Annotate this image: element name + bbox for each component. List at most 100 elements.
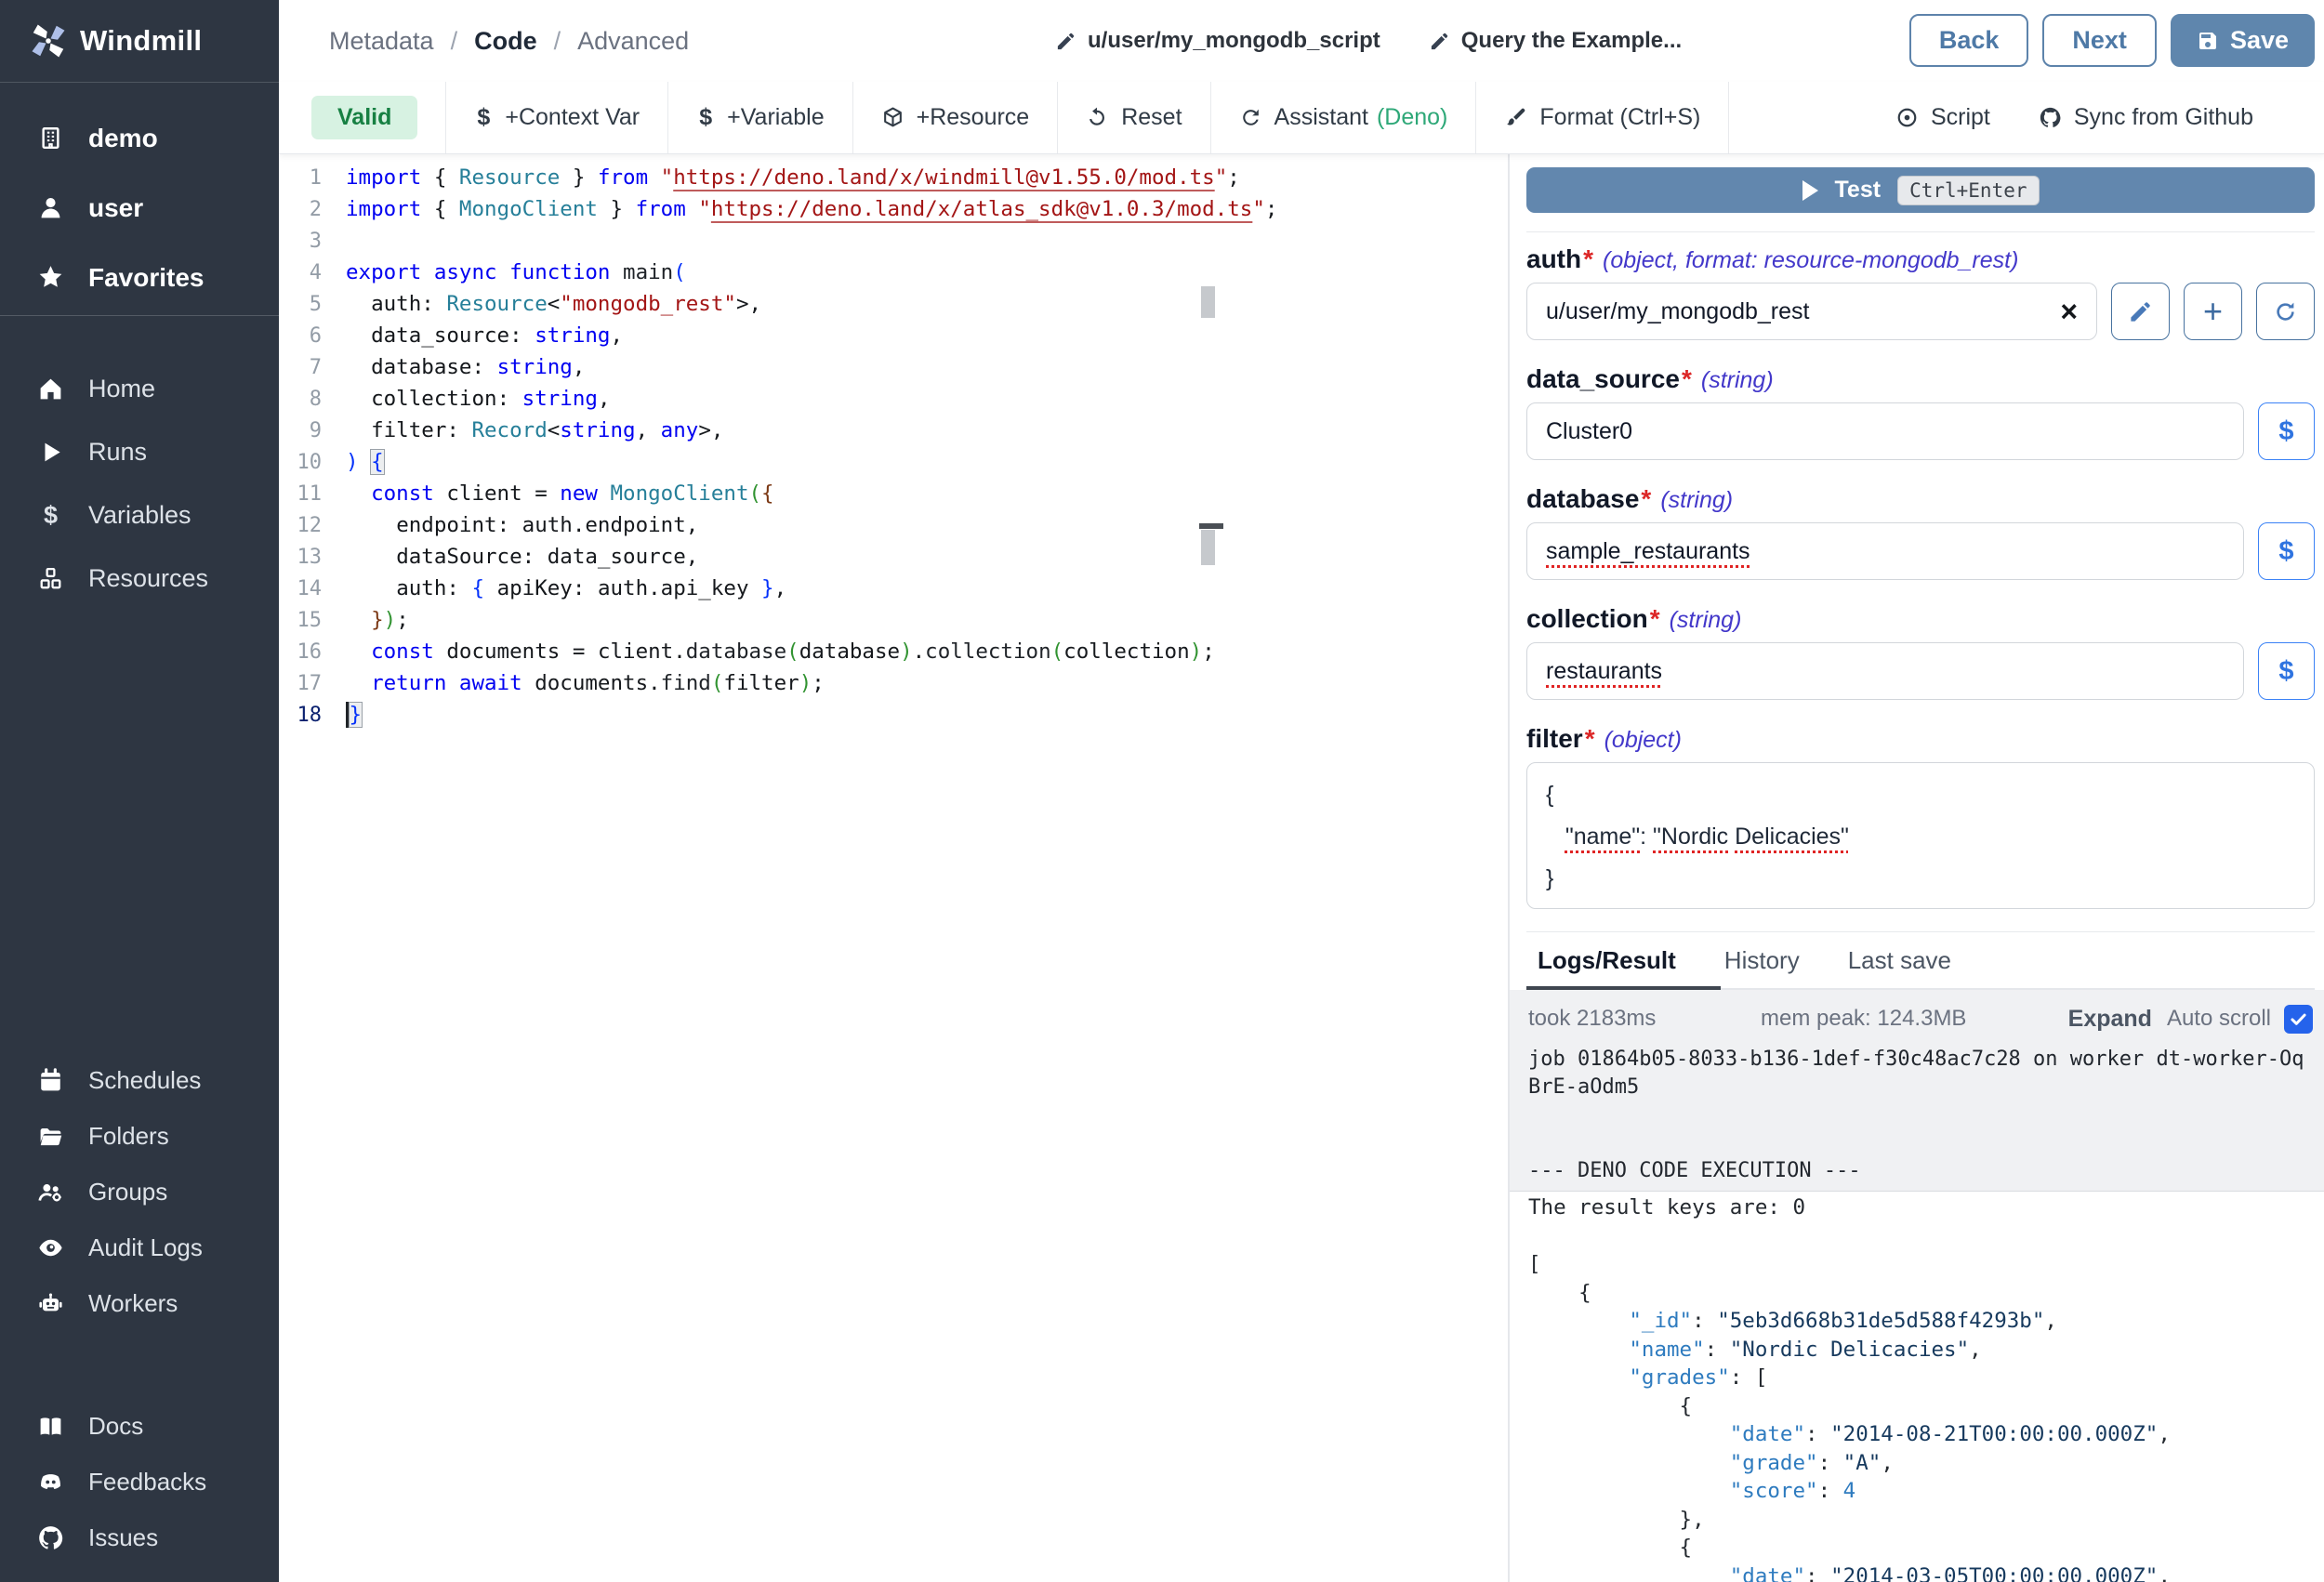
toolbar-assistant[interactable]: Assistant(Deno): [1210, 82, 1476, 153]
expand-button[interactable]: Expand: [2068, 1006, 2152, 1033]
code-line-13[interactable]: 13 dataSource: data_source,: [279, 541, 1508, 573]
sidebar-item-resources[interactable]: Resources: [0, 547, 279, 610]
breadcrumb-metadata[interactable]: Metadata: [329, 27, 434, 56]
sidebar-item-feedbacks[interactable]: Feedbacks: [0, 1454, 279, 1509]
edit-resource-button[interactable]: [2111, 283, 2170, 340]
editor-scrollbar-thumb[interactable]: [1201, 286, 1215, 318]
code-line-6[interactable]: 6 data_source: string,: [279, 320, 1508, 351]
code-line-2[interactable]: 2import { MongoClient } from "https://de…: [279, 193, 1508, 225]
insert-variable-button[interactable]: $: [2258, 642, 2315, 700]
tab-history[interactable]: History: [1700, 932, 1824, 988]
toolbar-format-ctrl-s[interactable]: Format (Ctrl+S): [1475, 82, 1729, 153]
insert-variable-button[interactable]: $: [2258, 522, 2315, 580]
test-shortcut-kbd: Ctrl+Enter: [1897, 176, 2039, 205]
building-icon: [37, 125, 64, 152]
sidebar-item-favorites[interactable]: Favorites: [0, 243, 279, 312]
log-line: job 01864b05-8033-b136-1def-f30c48ac7c28…: [1528, 1046, 2313, 1101]
editor-scrollbar-thumb[interactable]: [1201, 530, 1215, 565]
text-cursor: [346, 702, 349, 728]
code-line-17[interactable]: 17 return await documents.find(filter);: [279, 667, 1508, 699]
result-line: "grade": "A",: [1528, 1449, 2313, 1478]
sidebar-item-schedules[interactable]: Schedules: [0, 1052, 279, 1108]
script-summary-edit[interactable]: Query the Example...: [1429, 28, 1682, 54]
back-button[interactable]: Back: [1909, 14, 2029, 67]
mem-peak-text: mem peak: 124.3MB: [1761, 1006, 2068, 1032]
code-line-18[interactable]: 18}: [279, 699, 1508, 731]
code-line-3[interactable]: 3: [279, 225, 1508, 257]
result-line: [1528, 1222, 2313, 1251]
breadcrumb: Metadata / Code / Advanced: [329, 0, 689, 82]
code-line-7[interactable]: 7 database: string,: [279, 351, 1508, 383]
code-line-4[interactable]: 4export async function main(: [279, 257, 1508, 288]
result-line: "date": "2014-03-05T00:00:00.000Z",: [1528, 1562, 2313, 1582]
test-button[interactable]: Test Ctrl+Enter: [1526, 167, 2315, 213]
code-line-16[interactable]: 16 const documents = client.database(dat…: [279, 636, 1508, 667]
filter-json-input[interactable]: { "name": "Nordic Delicacies"}: [1526, 762, 2315, 909]
log-output: job 01864b05-8033-b136-1def-f30c48ac7c28…: [1528, 1046, 2313, 1185]
insert-variable-button[interactable]: $: [2258, 402, 2315, 460]
code-line-11[interactable]: 11 const client = new MongoClient({: [279, 478, 1508, 509]
save-button[interactable]: Save: [2171, 14, 2315, 67]
tab-last-save[interactable]: Last save: [1824, 932, 1975, 988]
sidebar-item-issues[interactable]: Issues: [0, 1509, 279, 1565]
line-number: 7: [279, 356, 322, 379]
data_source-input[interactable]: Cluster0: [1526, 402, 2244, 460]
code-line-14[interactable]: 14 auth: { apiKey: auth.api_key },: [279, 573, 1508, 604]
sidebar: Windmill demouserFavorites HomeRuns$Vari…: [0, 0, 279, 1582]
star-icon: [37, 264, 64, 291]
line-number: 8: [279, 388, 322, 411]
code-line-8[interactable]: 8 collection: string,: [279, 383, 1508, 415]
breadcrumb-advanced[interactable]: Advanced: [577, 27, 689, 56]
check-icon: [2289, 1009, 2308, 1029]
code-line-5[interactable]: 5 auth: Resource<"mongodb_rest">,: [279, 288, 1508, 320]
toolbar-context-var[interactable]: $+Context Var: [445, 82, 667, 153]
next-button[interactable]: Next: [2042, 14, 2157, 67]
clear-icon[interactable]: ×: [2060, 297, 2078, 326]
sidebar-item-audit-logs[interactable]: Audit Logs: [0, 1219, 279, 1275]
run-panel: Test Ctrl+Enter auth*(object, format: re…: [1510, 153, 2324, 1582]
toolbar-reset[interactable]: Reset: [1057, 82, 1209, 153]
breadcrumb-code[interactable]: Code: [474, 27, 537, 56]
sidebar-item-runs[interactable]: Runs: [0, 420, 279, 483]
sidebar-item-demo[interactable]: demo: [0, 103, 279, 173]
windmill-home-link[interactable]: Windmill: [0, 0, 279, 83]
code-line-15[interactable]: 15 });: [279, 604, 1508, 636]
code-editor[interactable]: 1import { Resource } from "https://deno.…: [279, 153, 1508, 1582]
toolbar-sync-from-github[interactable]: Sync from Github: [2014, 82, 2278, 153]
toolbar-variable[interactable]: $+Variable: [667, 82, 852, 153]
toolbar-items: $+Context Var$+Variable+ResourceResetAss…: [445, 82, 1729, 153]
sidebar-item-folders[interactable]: Folders: [0, 1108, 279, 1164]
code-line-10[interactable]: 10) {: [279, 446, 1508, 478]
refresh-resource-button[interactable]: [2256, 283, 2315, 340]
autoscroll-checkbox[interactable]: [2284, 1005, 2313, 1034]
sidebar-item-groups[interactable]: Groups: [0, 1164, 279, 1219]
script-path-edit[interactable]: u/user/my_mongodb_script: [1055, 28, 1380, 54]
code-line-12[interactable]: 12 endpoint: auth.endpoint,: [279, 509, 1508, 541]
line-number: 4: [279, 261, 322, 284]
sidebar-item-user[interactable]: user: [0, 173, 279, 243]
sidebar-item-docs[interactable]: Docs: [0, 1398, 279, 1454]
collection-input[interactable]: restaurants: [1526, 642, 2244, 700]
database-input[interactable]: sample_restaurants: [1526, 522, 2244, 580]
sidebar-item-home[interactable]: Home: [0, 357, 279, 420]
result-line: The result keys are: 0: [1528, 1193, 2313, 1222]
sidebar-item-variables[interactable]: $Variables: [0, 483, 279, 547]
code-line-9[interactable]: 9 filter: Record<string, any>,: [279, 415, 1508, 446]
app-root: Windmill demouserFavorites HomeRuns$Vari…: [0, 0, 2324, 1582]
toolbar-resource[interactable]: +Resource: [852, 82, 1058, 153]
top-header: Metadata / Code / Advanced u/user/my_mon…: [279, 0, 2324, 83]
sidebar-main-group: HomeRuns$VariablesResources: [0, 357, 279, 610]
header-buttons: Back Next Save: [1909, 14, 2315, 67]
tab-logs-result[interactable]: Logs/Result: [1526, 932, 1700, 988]
dollar-icon: $: [474, 104, 493, 131]
toolbar-script[interactable]: Script: [1871, 82, 2014, 153]
calendar-icon: [37, 1067, 64, 1094]
add-resource-button[interactable]: +: [2184, 283, 2242, 340]
result-line: "_id": "5eb3d668b31de5d588f4293b",: [1528, 1307, 2313, 1336]
code-line-1[interactable]: 1import { Resource } from "https://deno.…: [279, 162, 1508, 193]
sidebar-item-workers[interactable]: Workers: [0, 1275, 279, 1331]
script-identity: u/user/my_mongodb_script Query the Examp…: [1055, 0, 1682, 82]
auth-input[interactable]: u/user/my_mongodb_rest×: [1526, 283, 2097, 340]
script-summary: Query the Example...: [1461, 28, 1682, 54]
line-number: 14: [279, 577, 322, 600]
